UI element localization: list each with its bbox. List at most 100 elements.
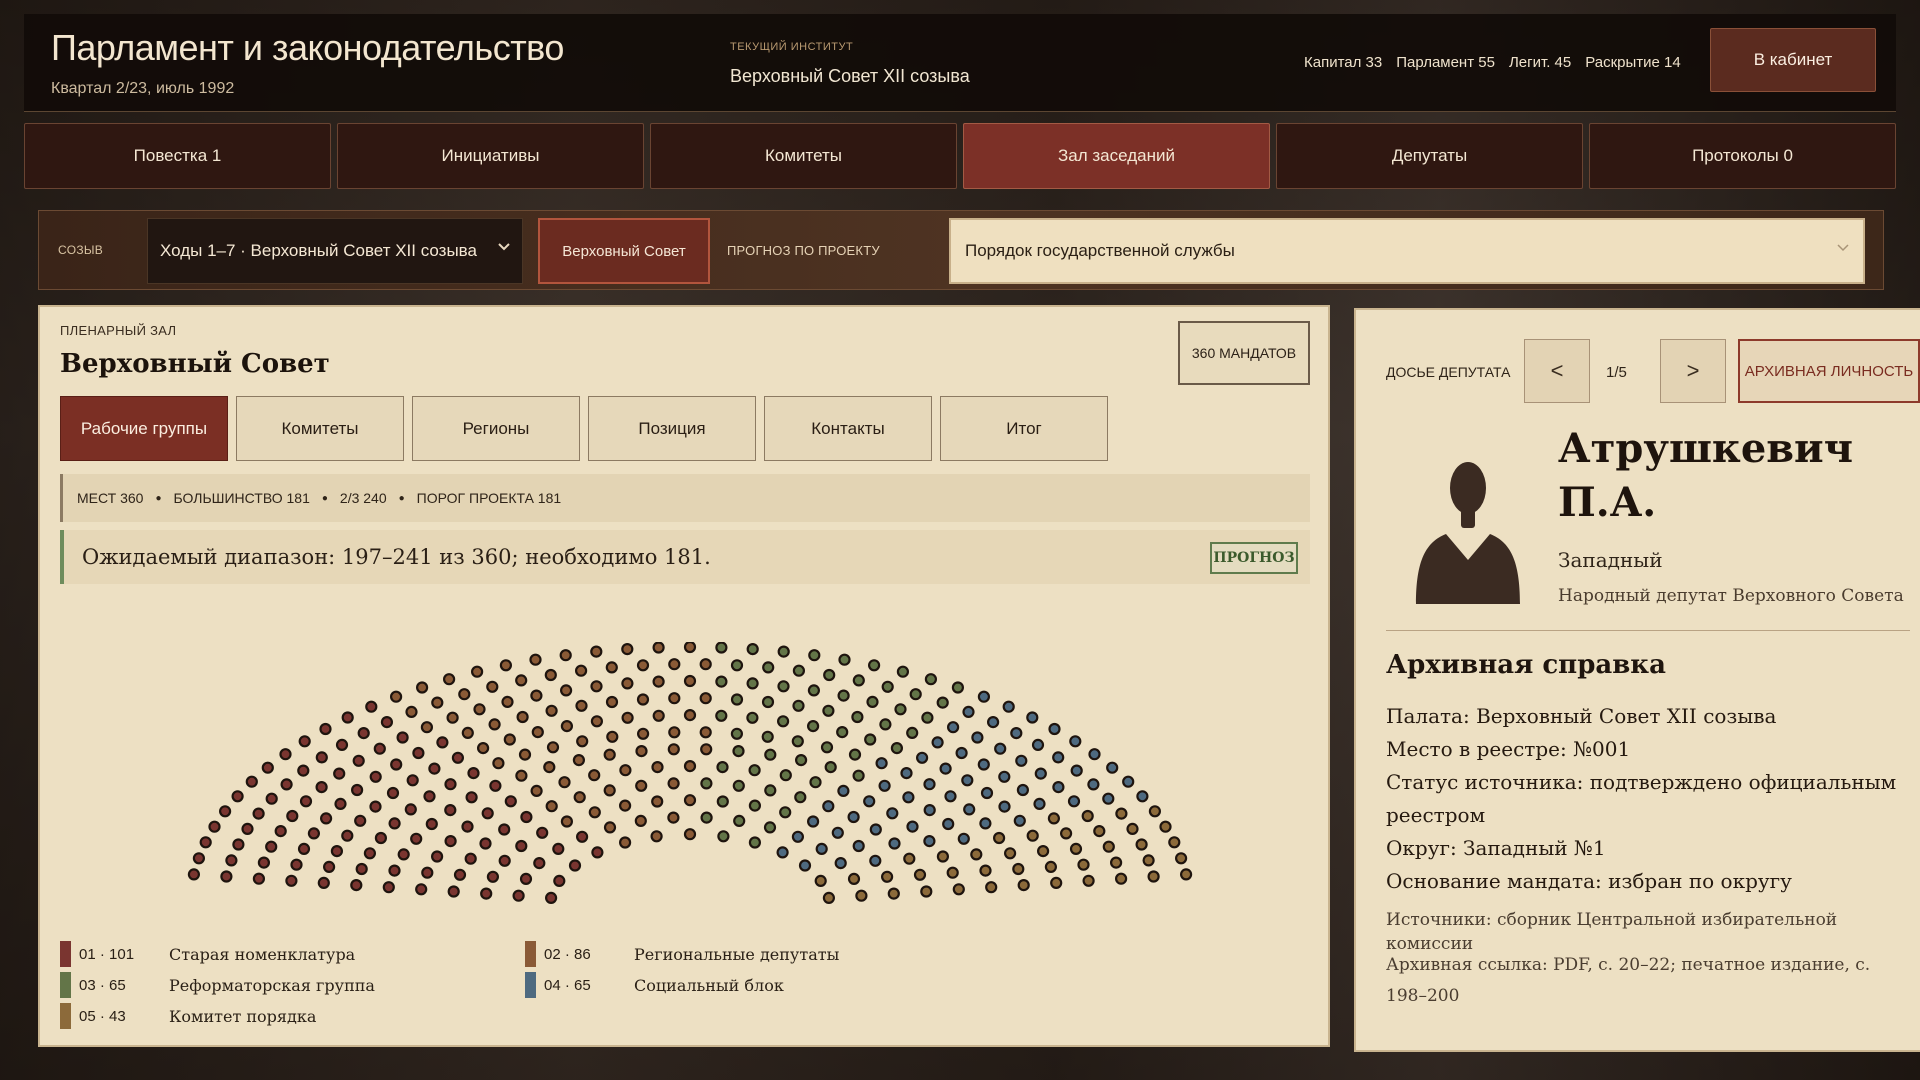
- seat-dot[interactable]: [667, 743, 680, 756]
- seat-dot[interactable]: [730, 693, 744, 706]
- seat-dot[interactable]: [558, 776, 571, 789]
- seat-dot[interactable]: [421, 866, 434, 879]
- seat-dot[interactable]: [1174, 852, 1188, 865]
- seat-dot[interactable]: [363, 847, 376, 860]
- seat-dot[interactable]: [545, 800, 558, 813]
- seat-dot[interactable]: [443, 673, 456, 686]
- seat-dot[interactable]: [635, 744, 648, 758]
- seat-dot[interactable]: [955, 746, 968, 760]
- seat-dot[interactable]: [588, 806, 601, 819]
- seat-dot[interactable]: [515, 839, 528, 853]
- seat-dot[interactable]: [297, 842, 311, 855]
- seat-dot[interactable]: [501, 695, 514, 709]
- seat-dot[interactable]: [351, 783, 364, 797]
- seat-dot[interactable]: [815, 842, 828, 855]
- seat-dot[interactable]: [621, 642, 634, 656]
- next-button[interactable]: >: [1660, 339, 1726, 403]
- seat-dot[interactable]: [315, 751, 328, 764]
- seat-dot[interactable]: [279, 748, 292, 761]
- seat-dot[interactable]: [814, 874, 827, 887]
- seat-dot[interactable]: [428, 762, 441, 775]
- seat-dot[interactable]: [1147, 870, 1160, 883]
- chamber-button[interactable]: Верховный Совет: [538, 218, 710, 284]
- seat-dot[interactable]: [634, 814, 647, 827]
- seat-dot[interactable]: [533, 857, 546, 870]
- seat-dot[interactable]: [776, 715, 790, 728]
- seat-dot[interactable]: [881, 680, 894, 693]
- seat-dot[interactable]: [357, 726, 370, 740]
- seat-dot[interactable]: [323, 860, 336, 873]
- seat-dot[interactable]: [952, 883, 965, 896]
- seat-dot[interactable]: [1033, 797, 1046, 810]
- subtab-regions[interactable]: Регионы: [412, 396, 580, 461]
- seat-dot[interactable]: [576, 735, 589, 748]
- seat-dot[interactable]: [477, 741, 490, 755]
- seat-dot[interactable]: [461, 726, 474, 740]
- seat-dot[interactable]: [652, 675, 665, 688]
- seat-dot[interactable]: [683, 794, 697, 807]
- seat-dot[interactable]: [317, 876, 330, 889]
- seat-dot[interactable]: [852, 769, 865, 782]
- seat-dot[interactable]: [864, 733, 877, 746]
- seat-dot[interactable]: [794, 791, 807, 804]
- seat-dot[interactable]: [668, 692, 681, 705]
- seat-dot[interactable]: [390, 758, 403, 771]
- convocation-select[interactable]: Ходы 1–7 · Верховный Совет XII созыва: [147, 218, 523, 284]
- seat-dot[interactable]: [530, 689, 543, 702]
- mandates-badge[interactable]: 360 МАНДАТОВ: [1178, 321, 1310, 385]
- seat-dot[interactable]: [715, 675, 728, 688]
- seat-dot[interactable]: [683, 759, 697, 773]
- seat-dot[interactable]: [257, 856, 270, 869]
- seat-dot[interactable]: [1179, 868, 1193, 881]
- seat-dot[interactable]: [869, 823, 882, 836]
- seat-dot[interactable]: [1052, 781, 1065, 794]
- seat-dot[interactable]: [921, 711, 934, 724]
- seat-dot[interactable]: [962, 705, 975, 719]
- seat-dot[interactable]: [798, 859, 812, 872]
- seat-dot[interactable]: [979, 817, 992, 830]
- prev-button[interactable]: <: [1524, 339, 1590, 403]
- seat-dot[interactable]: [560, 684, 573, 697]
- seat-dot[interactable]: [931, 736, 944, 749]
- seat-dot[interactable]: [867, 659, 881, 672]
- seat-dot[interactable]: [1050, 876, 1063, 889]
- seat-dot[interactable]: [822, 704, 835, 717]
- seat-dot[interactable]: [386, 786, 400, 800]
- seat-dot[interactable]: [902, 791, 915, 804]
- seat-dot[interactable]: [1115, 807, 1128, 820]
- seat-dot[interactable]: [590, 680, 603, 693]
- seat-dot[interactable]: [245, 775, 258, 788]
- seat-dot[interactable]: [504, 795, 517, 808]
- seat-dot[interactable]: [265, 840, 278, 853]
- seat-dot[interactable]: [355, 862, 368, 876]
- seat-dot[interactable]: [492, 757, 505, 770]
- seat-dot[interactable]: [837, 689, 850, 702]
- seat-dot[interactable]: [299, 795, 313, 808]
- seat-dot[interactable]: [852, 674, 865, 687]
- cabinet-button[interactable]: В кабинет: [1710, 28, 1876, 92]
- seat-dot[interactable]: [909, 688, 922, 701]
- seat-dot[interactable]: [900, 767, 913, 780]
- seat-dot[interactable]: [481, 807, 494, 820]
- seat-dot[interactable]: [1031, 738, 1045, 752]
- seat-dot[interactable]: [986, 715, 1000, 729]
- seat-dot[interactable]: [636, 659, 650, 672]
- seat-dot[interactable]: [396, 731, 409, 744]
- seat-dot[interactable]: [1142, 854, 1155, 867]
- seat-dot[interactable]: [852, 839, 865, 853]
- seat-dot[interactable]: [1093, 825, 1106, 838]
- seat-dot[interactable]: [837, 784, 850, 797]
- seat-dot[interactable]: [888, 837, 901, 850]
- seat-dot[interactable]: [530, 784, 543, 797]
- seat-dot[interactable]: [458, 688, 471, 701]
- seat-dot[interactable]: [488, 718, 501, 731]
- seat-dot[interactable]: [1088, 748, 1101, 761]
- seat-dot[interactable]: [518, 748, 532, 761]
- seat-dot[interactable]: [559, 649, 572, 662]
- seat-dot[interactable]: [1168, 836, 1181, 849]
- seat-dot[interactable]: [335, 738, 349, 752]
- seat-dot[interactable]: [887, 887, 900, 900]
- seat-dot[interactable]: [354, 814, 367, 827]
- seat-dot[interactable]: [808, 649, 821, 662]
- seat-dot[interactable]: [405, 705, 418, 719]
